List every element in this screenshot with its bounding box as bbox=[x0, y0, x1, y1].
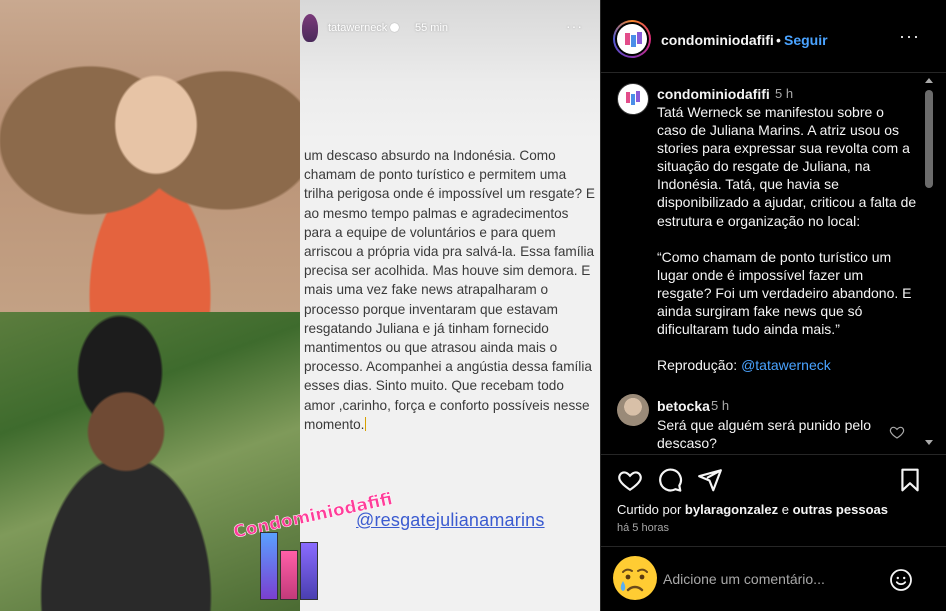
caption-username[interactable]: condominiodafifi bbox=[657, 86, 770, 102]
more-options-icon[interactable]: ··· bbox=[899, 26, 920, 47]
watermark-building bbox=[300, 542, 318, 600]
story-text: um descaso absurdo na Indonésia. Como ch… bbox=[304, 148, 595, 432]
bookmark-icon[interactable] bbox=[897, 467, 923, 493]
watermark-building bbox=[260, 532, 278, 600]
caption-avatar[interactable] bbox=[617, 83, 649, 115]
liked-by-user[interactable]: bylaragonzalez bbox=[685, 502, 778, 517]
comment-text: Será que alguém será punido pelo descaso… bbox=[657, 417, 872, 451]
heart-icon[interactable] bbox=[617, 467, 643, 493]
comment-input[interactable] bbox=[663, 568, 873, 590]
text-cursor bbox=[365, 416, 367, 431]
smiley-icon[interactable] bbox=[889, 568, 913, 592]
photo-actress bbox=[0, 0, 300, 312]
story-avatar bbox=[302, 14, 318, 42]
scroll-thumb[interactable] bbox=[925, 90, 933, 188]
profile-avatar[interactable] bbox=[613, 20, 651, 58]
crying-emoji-icon[interactable] bbox=[611, 554, 659, 602]
post-actions: Curtido por bylaragonzalez e outras pess… bbox=[601, 454, 946, 547]
post-image[interactable]: tatawerneck 55 min ··· um descaso absurd… bbox=[0, 0, 600, 611]
comments-section[interactable]: condominiodafifi 5 h Tatá Werneck se man… bbox=[601, 74, 946, 454]
post-header: condominiodafifi • Seguir ··· bbox=[601, 0, 946, 73]
watermark-building bbox=[280, 550, 298, 600]
comment-composer bbox=[601, 548, 946, 611]
comments-scrollbar[interactable] bbox=[923, 74, 935, 454]
post-timestamp: há 5 horas bbox=[617, 522, 669, 534]
caption-text: Tatá Werneck se manifestou sobre o caso … bbox=[657, 104, 917, 374]
scroll-up-arrow[interactable] bbox=[925, 78, 933, 83]
caption-time: 5 h bbox=[775, 86, 794, 101]
verified-icon bbox=[390, 23, 400, 32]
comment-avatar[interactable] bbox=[617, 394, 649, 426]
more-icon: ··· bbox=[566, 18, 583, 34]
story-mention: @resgatejulianamarins bbox=[356, 510, 545, 530]
comment-time: 5 h bbox=[711, 398, 730, 413]
follow-button[interactable]: Seguir bbox=[784, 32, 828, 48]
story-header bbox=[300, 0, 600, 140]
scroll-down-arrow[interactable] bbox=[925, 440, 933, 445]
watermark-logo: Condominiodafifi bbox=[231, 489, 395, 608]
liked-by: Curtido por bylaragonzalez e outras pess… bbox=[617, 502, 888, 517]
liked-by-others[interactable]: outras pessoas bbox=[793, 502, 888, 517]
header-separator: • bbox=[776, 32, 781, 48]
header-username[interactable]: condominiodafifi bbox=[661, 32, 774, 48]
comment-icon[interactable] bbox=[657, 467, 683, 493]
story-username: tatawerneck bbox=[328, 22, 400, 34]
comment-heart-icon[interactable] bbox=[889, 424, 905, 440]
comment-username[interactable]: betocka bbox=[657, 398, 710, 414]
story-time: 55 min bbox=[415, 22, 449, 34]
credit-link[interactable]: @tatawerneck bbox=[741, 357, 831, 373]
post-sidebar: condominiodafifi • Seguir ··· condominio… bbox=[600, 0, 946, 611]
share-icon[interactable] bbox=[697, 467, 723, 493]
